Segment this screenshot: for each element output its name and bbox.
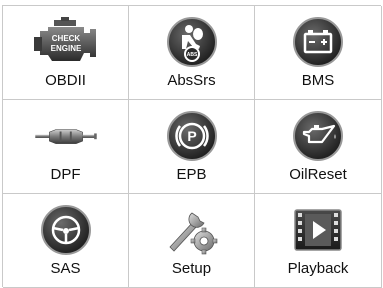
- parking-brake-icon: P: [160, 108, 224, 164]
- battery-icon: [286, 14, 350, 70]
- menu-item-label: OilReset: [289, 166, 347, 183]
- particulate-filter-icon: [34, 108, 98, 164]
- menu-item-abssrs[interactable]: ABS AbsSrs: [129, 6, 255, 100]
- menu-item-label: SAS: [50, 260, 81, 277]
- abs-text: ABS: [186, 52, 197, 58]
- menu-item-sas[interactable]: SAS: [3, 194, 129, 288]
- menu-item-label: Setup: [171, 260, 212, 277]
- menu-item-bms[interactable]: BMS: [255, 6, 382, 100]
- menu-item-label: AbsSrs: [167, 72, 216, 89]
- menu-item-label: OBDII: [45, 72, 86, 89]
- menu-item-label: Playback: [287, 260, 349, 277]
- menu-item-dpf[interactable]: DPF: [3, 100, 129, 194]
- menu-item-epb[interactable]: P EPB: [129, 100, 255, 194]
- menu-item-oilreset[interactable]: OilReset: [255, 100, 382, 194]
- menu-item-label: EPB: [176, 166, 207, 183]
- menu-item-obdii[interactable]: CHECK ENGINE OBDII: [3, 6, 129, 100]
- airbag-abs-icon: ABS: [160, 14, 224, 70]
- steering-wheel-icon: [34, 202, 98, 258]
- menu-item-label: DPF: [50, 166, 81, 183]
- check-text: CHECK: [51, 34, 80, 43]
- svg-text:P: P: [187, 128, 196, 144]
- menu-item-playback[interactable]: Playback: [255, 194, 382, 288]
- wrench-gear-icon: [160, 202, 224, 258]
- engine-text: ENGINE: [50, 44, 81, 53]
- check-engine-icon: CHECK ENGINE: [33, 14, 98, 70]
- video-play-icon: [286, 202, 350, 258]
- main-menu-grid: CHECK ENGINE OBDII ABS AbsSrs BMS DPF P …: [2, 5, 382, 288]
- menu-item-label: BMS: [301, 72, 335, 89]
- oil-can-icon: [286, 108, 350, 164]
- menu-item-setup[interactable]: Setup: [129, 194, 255, 288]
